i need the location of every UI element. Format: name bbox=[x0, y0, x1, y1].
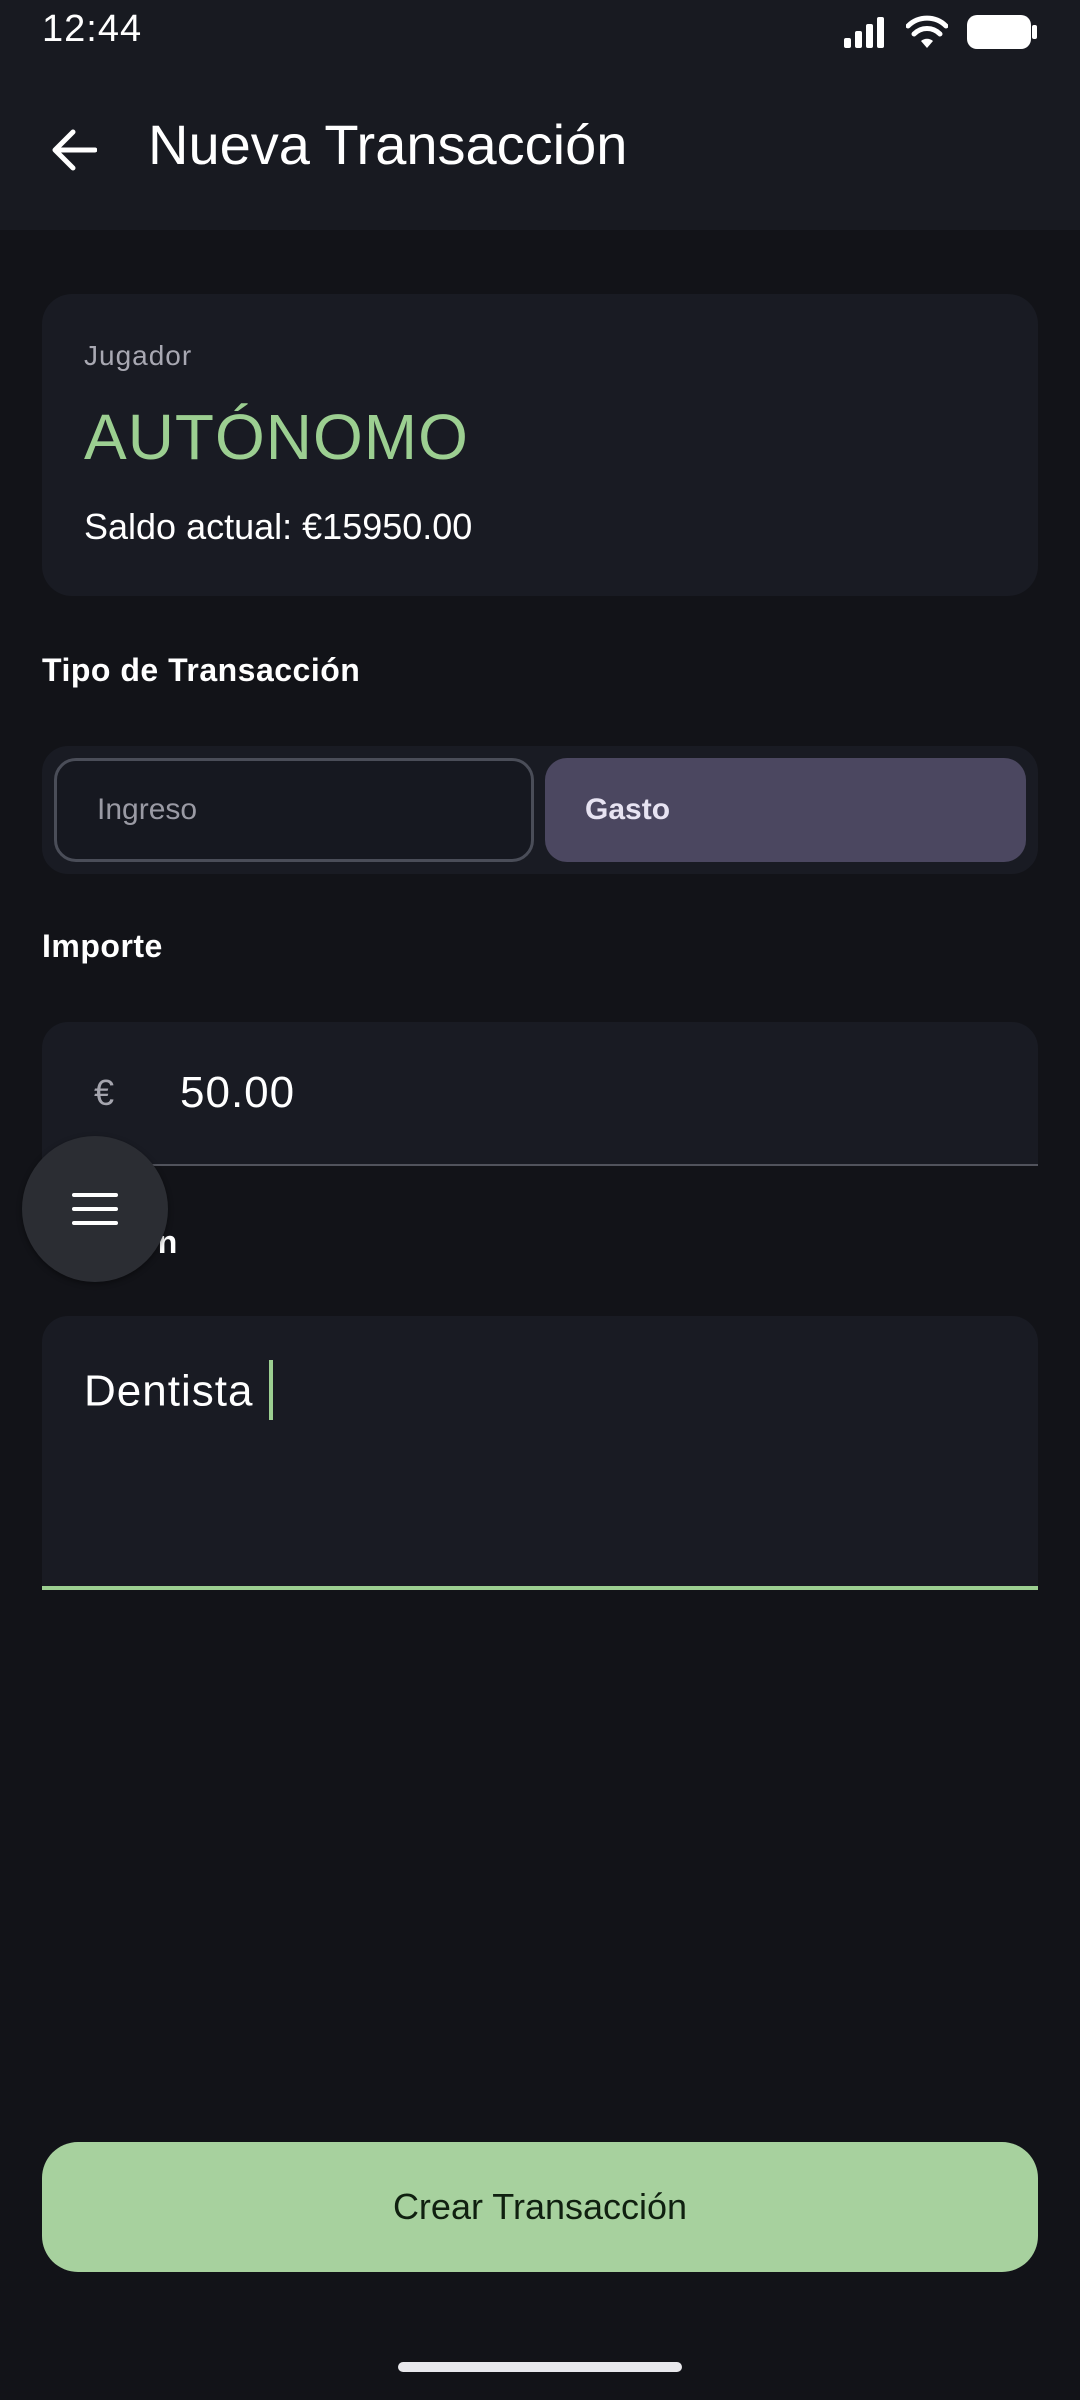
home-indicator[interactable] bbox=[398, 2362, 682, 2372]
amount-input[interactable]: € 50.00 bbox=[42, 1022, 1038, 1166]
page-title: Nueva Transacción bbox=[148, 113, 628, 176]
amount-value: 50.00 bbox=[180, 1068, 296, 1117]
floating-menu-button[interactable] bbox=[22, 1136, 168, 1282]
status-bar: 12:44 bbox=[0, 0, 1080, 64]
amount-label: Importe bbox=[42, 928, 163, 964]
player-balance: Saldo actual: €15950.00 bbox=[84, 506, 473, 547]
battery-icon bbox=[967, 15, 1037, 49]
description-text: Dentista bbox=[84, 1366, 254, 1416]
status-icons bbox=[844, 12, 1038, 52]
status-time: 12:44 bbox=[42, 8, 143, 50]
player-label: Jugador bbox=[84, 340, 193, 371]
create-transaction-button[interactable]: Crear Transacción bbox=[42, 2142, 1038, 2272]
transaction-type-selector: Ingreso Gasto bbox=[42, 746, 1038, 874]
player-card: Jugador AUTÓNOMO Saldo actual: €15950.00 bbox=[42, 294, 1038, 596]
menu-icon bbox=[72, 1193, 118, 1225]
player-name: AUTÓNOMO bbox=[84, 401, 469, 473]
transaction-type-label: Tipo de Transacción bbox=[42, 652, 361, 688]
segment-gasto[interactable]: Gasto bbox=[545, 758, 1026, 862]
wifi-icon bbox=[906, 15, 948, 48]
screen: 12:44 Nueva Transacción Jugador AUTÓNOMO… bbox=[0, 0, 1080, 2400]
signal-icon bbox=[844, 17, 884, 48]
description-input[interactable]: Dentista bbox=[42, 1316, 1038, 1590]
arrow-back-icon bbox=[52, 129, 97, 171]
back-button[interactable] bbox=[30, 106, 118, 194]
description-value: Dentista bbox=[84, 1360, 274, 1424]
text-cursor bbox=[269, 1360, 274, 1420]
segment-ingreso[interactable]: Ingreso bbox=[54, 758, 534, 862]
currency-symbol: € bbox=[94, 1072, 115, 1113]
app-bar: Nueva Transacción bbox=[0, 64, 1080, 230]
